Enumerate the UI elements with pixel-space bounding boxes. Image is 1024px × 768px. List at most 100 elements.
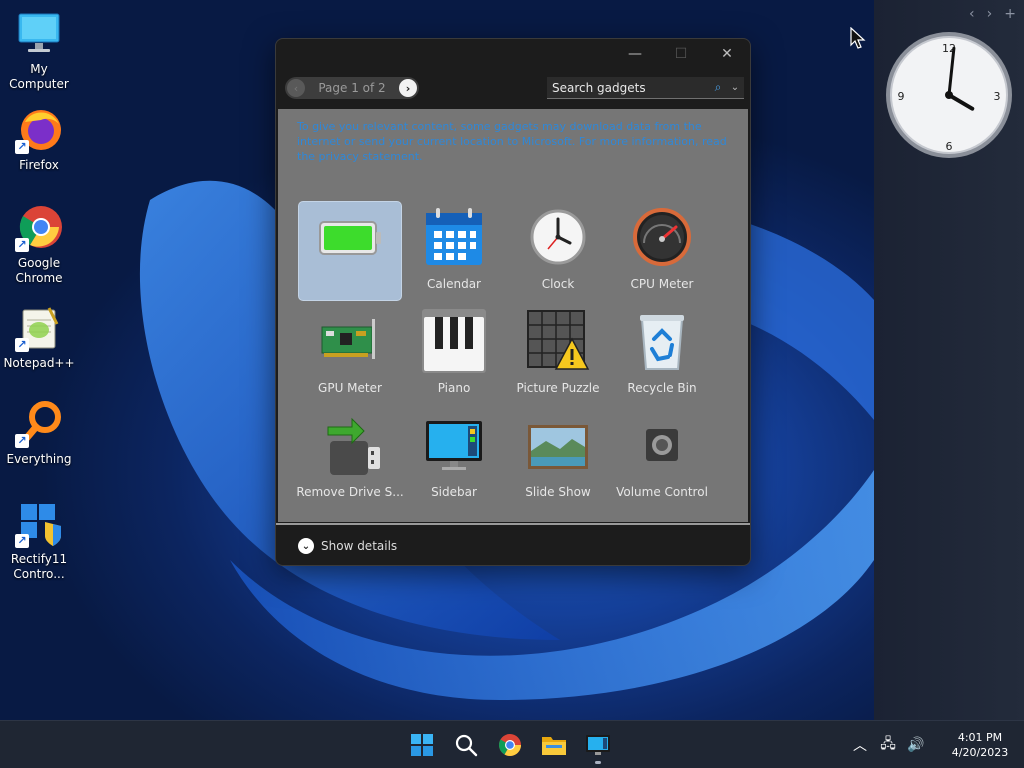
notepad-plus-plus-icon: ↗ bbox=[15, 304, 63, 352]
gadget-tile-clock[interactable]: Clock bbox=[506, 201, 610, 301]
desktop-icon-google-chrome[interactable]: ↗ Google Chrome bbox=[0, 204, 78, 286]
everything-search-icon: ↗ bbox=[15, 400, 63, 448]
gadget-tile-slide-show[interactable]: Slide Show bbox=[506, 409, 610, 509]
clock-gadget[interactable]: 12 3 6 9 bbox=[884, 30, 1014, 160]
start-button[interactable] bbox=[404, 725, 440, 765]
desktop-icon-everything[interactable]: ↗ Everything bbox=[0, 400, 78, 467]
speaker-icon bbox=[630, 413, 694, 477]
gadget-name: Volume Control bbox=[616, 485, 708, 499]
taskbar-search-button[interactable] bbox=[448, 725, 484, 765]
gadget-name: Recycle Bin bbox=[627, 381, 697, 395]
page-pager: ‹ Page 1 of 2 › bbox=[285, 77, 419, 99]
maximize-icon: ☐ bbox=[674, 46, 688, 62]
gadget-tile-cpu-meter[interactable]: CPU Meter bbox=[610, 201, 714, 301]
minimize-button[interactable]: — bbox=[612, 39, 658, 69]
gadget-tile-picture-puzzle[interactable]: Picture Puzzle bbox=[506, 305, 610, 405]
shortcut-arrow-icon: ↗ bbox=[15, 534, 29, 548]
clock-icon bbox=[526, 205, 590, 269]
calendar-icon bbox=[422, 205, 486, 269]
chevron-down-icon: ⌄ bbox=[298, 538, 314, 554]
page-indicator: Page 1 of 2 bbox=[318, 81, 386, 95]
battery-icon bbox=[318, 206, 382, 270]
gadget-name: Calendar bbox=[427, 277, 481, 291]
search-gadgets-box: ⌕ ⌄ bbox=[547, 77, 744, 99]
gadget-tile-battery[interactable] bbox=[298, 201, 402, 301]
piano-icon bbox=[422, 309, 486, 373]
taskbar-chrome-button[interactable] bbox=[492, 725, 528, 765]
gadget-tile-calendar[interactable]: Calendar bbox=[402, 201, 506, 301]
gadget-name: Piano bbox=[437, 381, 471, 395]
sidebar-controls: ‹ › + bbox=[969, 6, 1016, 22]
previous-page-button[interactable]: ‹ bbox=[287, 79, 305, 97]
taskbar-file-explorer-button[interactable] bbox=[536, 725, 572, 765]
gadgets-icon bbox=[586, 735, 610, 755]
gadget-name: Picture Puzzle bbox=[516, 381, 600, 395]
mouse-cursor-icon bbox=[850, 27, 866, 49]
desktop-icon-rectify11[interactable]: ↗ Rectify11 Contro... bbox=[0, 500, 78, 582]
shortcut-arrow-icon: ↗ bbox=[15, 238, 29, 252]
show-details-label: Show details bbox=[321, 539, 398, 553]
start-icon bbox=[411, 734, 433, 756]
taskbar-time: 4:01 PM bbox=[957, 731, 1003, 744]
running-indicator bbox=[595, 761, 601, 764]
gadget-tile-remove-drive[interactable]: Remove Drive S... bbox=[296, 409, 404, 509]
gadget-gallery: To give you relevant content, some gadge… bbox=[278, 109, 748, 522]
gadget-name: Remove Drive S... bbox=[296, 485, 404, 499]
chrome-icon: ↗ bbox=[15, 204, 63, 252]
gadget-name: CPU Meter bbox=[630, 277, 694, 291]
chrome-icon bbox=[499, 734, 521, 756]
gadget-name: Slide Show bbox=[525, 485, 591, 499]
gadget-tile-sidebar[interactable]: Sidebar bbox=[402, 409, 506, 509]
firefox-icon: ↗ bbox=[15, 106, 63, 154]
next-page-button[interactable]: › bbox=[399, 79, 417, 97]
rectify11-shield-icon: ↗ bbox=[15, 500, 63, 548]
gadget-tile-gpu-meter[interactable]: GPU Meter bbox=[298, 305, 402, 405]
desktop-icon-notepad-plus-plus[interactable]: ↗ Notepad++ bbox=[0, 304, 78, 371]
add-gadget-icon[interactable]: + bbox=[1004, 6, 1016, 22]
close-icon: ✕ bbox=[721, 46, 733, 62]
gadgets-window: — ☐ ✕ ‹ Page 1 of 2 › ⌕ ⌄ To give you re… bbox=[275, 38, 751, 566]
taskbar-clock[interactable]: 4:01 PM 4/20/2023 bbox=[936, 730, 1024, 760]
gadget-name: Clock bbox=[541, 277, 575, 291]
gadget-sidebar: ‹ › + 12 3 6 9 bbox=[874, 0, 1024, 720]
privacy-notice[interactable]: To give you relevant content, some gadge… bbox=[297, 119, 727, 164]
chevron-left-icon: ‹ bbox=[293, 81, 299, 95]
recycle-bin-icon bbox=[630, 309, 694, 373]
chevron-right-icon[interactable]: › bbox=[987, 6, 993, 22]
file-explorer-icon bbox=[542, 737, 566, 755]
gadget-tile-volume-control[interactable]: Volume Control bbox=[610, 409, 714, 509]
chevron-up-icon[interactable]: ︿ bbox=[846, 735, 874, 755]
chevron-down-icon[interactable]: ⌄ bbox=[726, 82, 744, 93]
system-tray: ︿ 🖧 🔊 4:01 PM 4/20/2023 bbox=[846, 721, 1024, 768]
desktop-icon-firefox[interactable]: ↗ Firefox bbox=[0, 106, 78, 173]
gadget-name: Sidebar bbox=[431, 485, 477, 499]
clock-numeral-9: 9 bbox=[898, 90, 905, 103]
maximize-button[interactable]: ☐ bbox=[658, 39, 704, 69]
desktop-icon-my-computer[interactable]: My Computer bbox=[0, 10, 78, 92]
window-controls: — ☐ ✕ bbox=[612, 39, 750, 69]
taskbar-gadgets-button[interactable] bbox=[580, 725, 616, 765]
network-icon[interactable]: 🖧 bbox=[874, 733, 902, 757]
gadget-tile-piano[interactable]: Piano bbox=[402, 305, 506, 405]
gpu-card-icon bbox=[318, 309, 382, 373]
chevron-right-icon: › bbox=[405, 81, 411, 95]
picture-puzzle-icon bbox=[526, 309, 590, 373]
show-details-bar[interactable]: ⌄ Show details bbox=[276, 523, 750, 565]
search-icon[interactable]: ⌕ bbox=[710, 80, 726, 95]
taskbar: ︿ 🖧 🔊 4:01 PM 4/20/2023 bbox=[0, 720, 1024, 768]
shortcut-arrow-icon: ↗ bbox=[15, 338, 29, 352]
chevron-left-icon[interactable]: ‹ bbox=[969, 6, 975, 22]
shortcut-arrow-icon: ↗ bbox=[15, 140, 29, 154]
gadget-tile-recycle-bin[interactable]: Recycle Bin bbox=[610, 305, 714, 405]
sidebar-monitor-icon bbox=[422, 413, 486, 477]
taskbar-date: 4/20/2023 bbox=[951, 746, 1009, 759]
clock-numeral-6: 6 bbox=[946, 140, 953, 153]
cpu-meter-icon bbox=[630, 205, 694, 269]
search-icon bbox=[455, 734, 478, 757]
search-gadgets-input[interactable] bbox=[552, 80, 710, 95]
close-button[interactable]: ✕ bbox=[704, 39, 750, 69]
minimize-icon: — bbox=[628, 46, 642, 62]
usb-drive-icon bbox=[318, 413, 382, 477]
volume-icon[interactable]: 🔊 bbox=[902, 737, 930, 753]
gadget-name: GPU Meter bbox=[318, 381, 382, 395]
